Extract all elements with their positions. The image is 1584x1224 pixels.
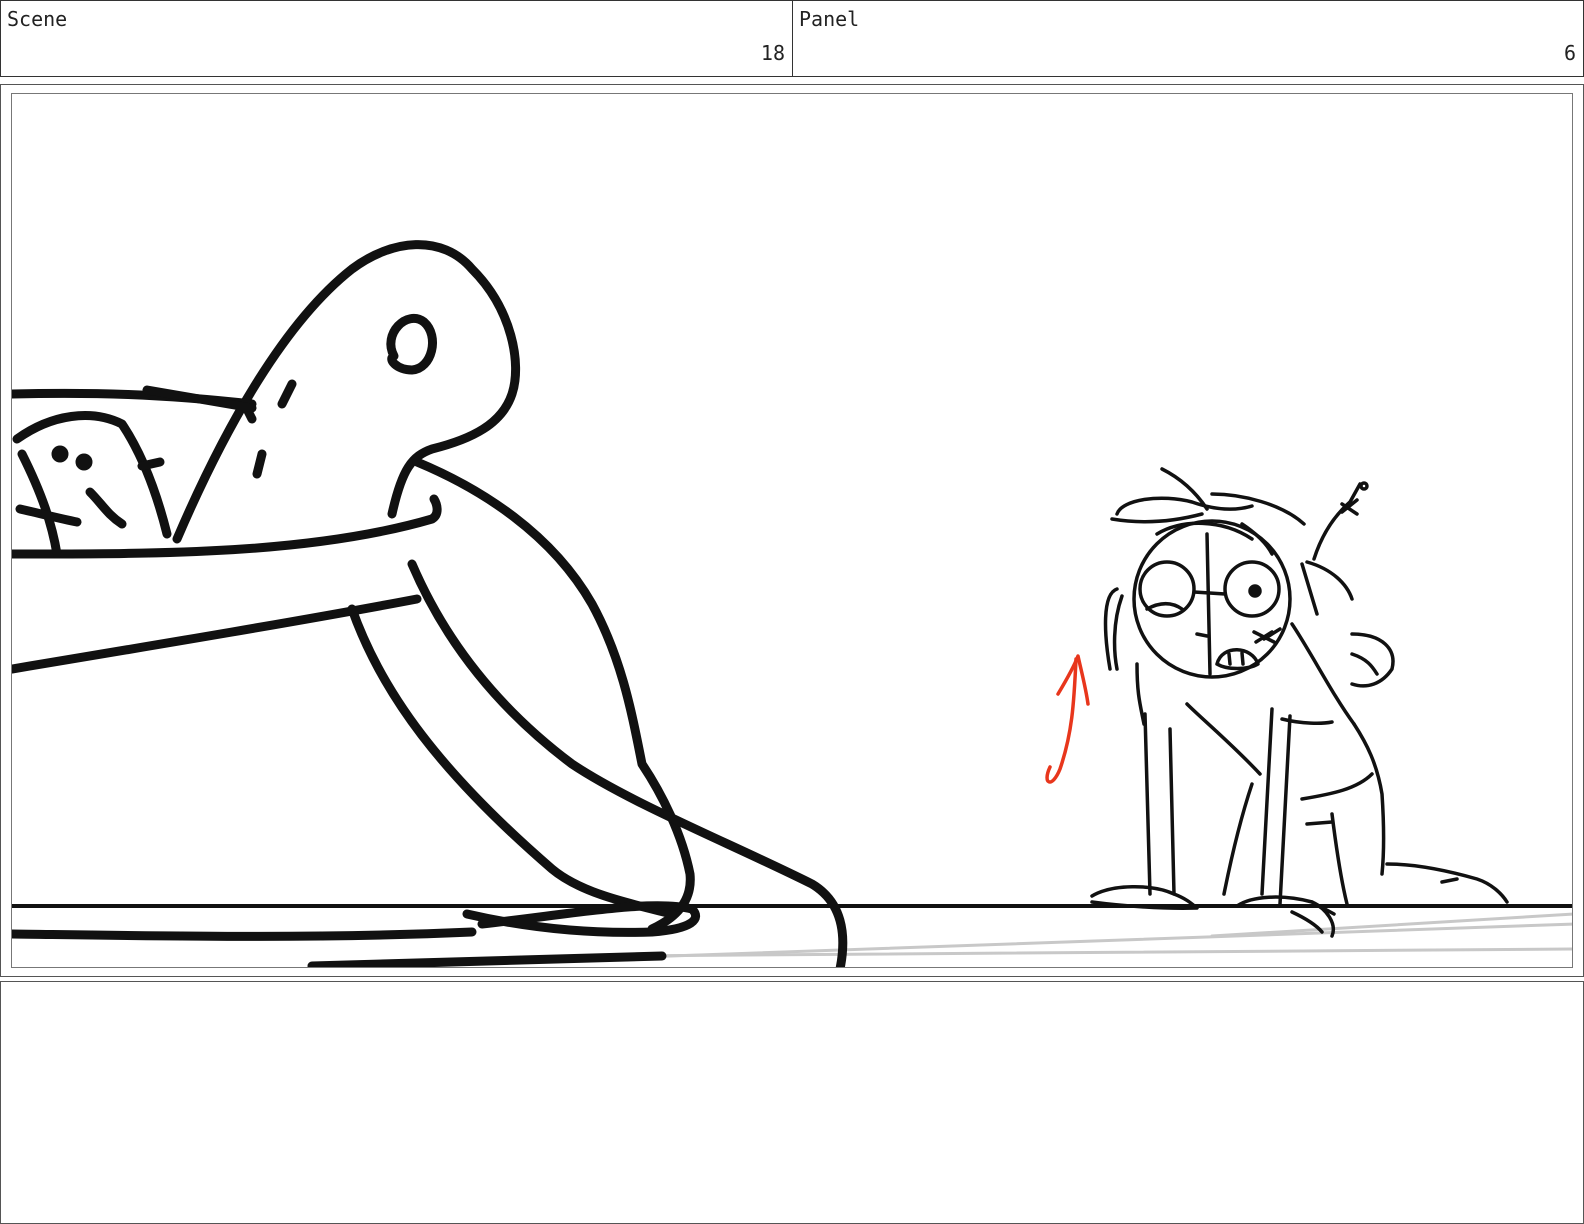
panel-notes-box[interactable] xyxy=(0,981,1584,1224)
scene-number: 18 xyxy=(760,41,785,65)
panel-number: 6 xyxy=(1563,41,1576,65)
storyboard-frame xyxy=(11,93,1573,968)
panel-field: Panel 6 xyxy=(792,0,1584,77)
storyboard-sketch xyxy=(12,240,1572,967)
panel-label: Panel xyxy=(799,7,860,31)
upward-arrow-icon xyxy=(1045,654,1090,784)
background-character xyxy=(1090,467,1509,938)
foreground-figure xyxy=(12,240,848,967)
scene-field: Scene 18 xyxy=(0,0,793,77)
scene-label: Scene xyxy=(7,7,68,31)
